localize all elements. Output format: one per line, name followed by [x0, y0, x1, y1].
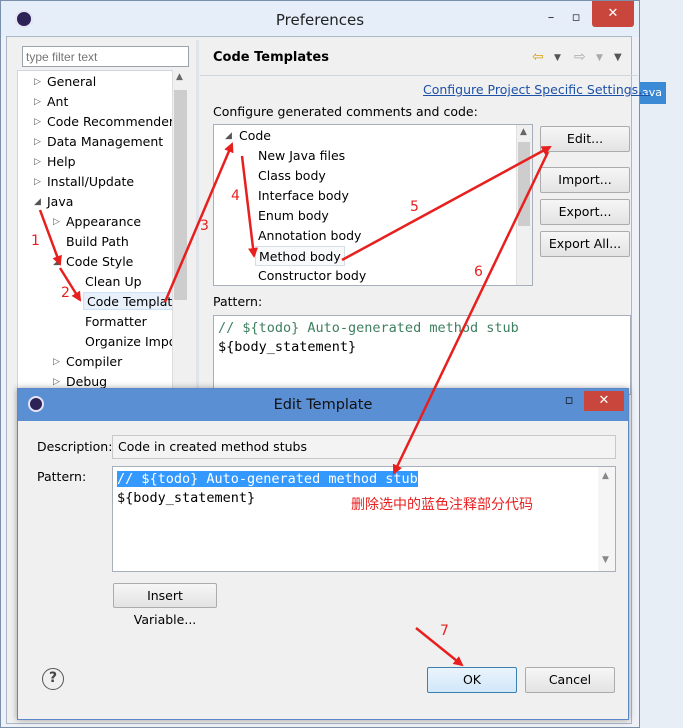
code-tree-scroll-thumb[interactable]	[518, 142, 530, 226]
code-tree-annotation-body[interactable]: Annotation body	[258, 226, 361, 246]
pattern-preview: // ${todo} Auto-generated method stub ${…	[213, 315, 631, 395]
tree-item-compiler[interactable]: Compiler	[66, 353, 122, 371]
divider	[200, 75, 638, 76]
pattern-selected-comment[interactable]: // ${todo} Auto-generated method stub	[117, 471, 418, 487]
edit-button[interactable]: Edit...	[540, 126, 630, 152]
export-button[interactable]: Export...	[540, 199, 630, 225]
tree-collapse-icon[interactable]: ◢	[225, 127, 232, 145]
tree-item-appearance[interactable]: Appearance	[66, 213, 141, 231]
page-title: Code Templates	[213, 50, 329, 65]
tree-item-code-style[interactable]: Code Style	[66, 253, 133, 271]
tree-item-code-recommenders[interactable]: Code Recommenders	[47, 113, 181, 131]
step-label-4: 4	[231, 188, 240, 204]
code-tree-enum-body[interactable]: Enum body	[258, 206, 329, 226]
pattern-scrollbar[interactable]: ▲ ▼	[598, 467, 615, 571]
tree-expand-icon[interactable]: ▷	[34, 93, 41, 111]
close-button[interactable]: ✕	[592, 1, 634, 27]
tree-item-build-path[interactable]: Build Path	[66, 233, 129, 251]
code-tree-class-body[interactable]: Class body	[258, 166, 326, 186]
step-label-6: 6	[474, 264, 483, 280]
edit-template-title: Edit Template	[273, 397, 373, 413]
filter-input[interactable]	[22, 46, 189, 67]
preferences-title-bar: Preferences – ▫ ✕	[1, 1, 639, 37]
tree-collapse-icon[interactable]: ◢	[34, 193, 41, 211]
tree-item-ant[interactable]: Ant	[47, 93, 68, 111]
pattern-editor[interactable]: // ${todo} Auto-generated method stub ${…	[112, 466, 616, 572]
tree-expand-icon[interactable]: ▷	[53, 353, 60, 371]
configure-description: Configure generated comments and code:	[213, 104, 478, 119]
step-label-5: 5	[410, 199, 419, 215]
help-icon[interactable]: ?	[42, 668, 64, 690]
back-menu-icon[interactable]: ▼	[554, 53, 561, 63]
preferences-tree: ▷ General ▷ Ant ▷ Code Recommenders ▷ Da…	[17, 70, 189, 392]
code-tree-code[interactable]: Code	[239, 126, 271, 146]
scroll-up-icon[interactable]: ▲	[176, 72, 183, 82]
code-tree-method-body[interactable]: Method body	[255, 246, 345, 266]
tree-item-java[interactable]: Java	[47, 193, 73, 211]
edit-template-title-bar: Edit Template ▫ ✕	[18, 389, 628, 421]
import-button[interactable]: Import...	[540, 167, 630, 193]
pattern-label: Pattern:	[37, 469, 87, 484]
forward-arrow-icon[interactable]: ⇨	[574, 49, 586, 65]
dialog-maximize-button[interactable]: ▫	[558, 391, 580, 411]
tree-expand-icon[interactable]: ▷	[34, 153, 41, 171]
tree-expand-icon[interactable]: ▷	[53, 213, 60, 231]
tree-item-data-management[interactable]: Data Management	[47, 133, 163, 151]
tree-collapse-icon[interactable]: ◢	[53, 253, 60, 271]
annotation-note: 删除选中的蓝色注释部分代码	[351, 497, 533, 513]
tree-expand-icon[interactable]: ▷	[34, 133, 41, 151]
tree-item-install-update[interactable]: Install/Update	[47, 173, 134, 191]
panel-divider[interactable]	[196, 40, 199, 390]
dialog-close-button[interactable]: ✕	[584, 391, 624, 411]
tree-item-clean-up[interactable]: Clean Up	[85, 273, 142, 291]
forward-menu-icon[interactable]: ▼	[596, 53, 603, 63]
scroll-up-icon[interactable]: ▲	[520, 127, 527, 137]
step-label-1: 1	[31, 233, 40, 249]
description-field[interactable]: Code in created method stubs	[112, 435, 616, 459]
configure-project-settings-link[interactable]: Configure Project Specific Settings...	[423, 82, 650, 97]
scroll-down-icon[interactable]: ▼	[602, 555, 609, 565]
code-tree-constructor-body[interactable]: Constructor body	[258, 266, 366, 285]
scroll-up-icon[interactable]: ▲	[602, 471, 609, 481]
minimize-button[interactable]: –	[541, 7, 561, 29]
ok-button[interactable]: OK	[427, 667, 517, 693]
tree-expand-icon[interactable]: ▷	[34, 173, 41, 191]
insert-variable-button[interactable]: Insert Variable...	[113, 583, 217, 627]
pattern-comment-line: // ${todo} Auto-generated method stub	[218, 320, 519, 336]
background-window-strip	[640, 0, 683, 728]
step-label-3: 3	[200, 218, 209, 234]
tree-item-help[interactable]: Help	[47, 153, 76, 171]
description-label: Description:	[37, 439, 113, 454]
tree-item-general[interactable]: General	[47, 73, 96, 91]
pattern-body-line: ${body_statement}	[218, 339, 357, 355]
tree-expand-icon[interactable]: ▷	[34, 113, 41, 131]
code-tree-new-java-files[interactable]: New Java files	[258, 146, 345, 166]
maximize-button[interactable]: ▫	[566, 7, 586, 29]
code-templates-tree: ◢ Code New Java files Class body Interfa…	[213, 124, 533, 286]
code-tree-interface-body[interactable]: Interface body	[258, 186, 349, 206]
tree-expand-icon[interactable]: ▷	[34, 73, 41, 91]
step-label-7: 7	[440, 623, 449, 639]
step-label-2: 2	[61, 285, 70, 301]
back-arrow-icon[interactable]: ⇦	[532, 49, 544, 65]
export-all-button[interactable]: Export All...	[540, 231, 630, 257]
pattern-label: Pattern:	[213, 294, 263, 309]
tree-scroll-thumb[interactable]	[174, 90, 187, 300]
cancel-button[interactable]: Cancel	[525, 667, 615, 693]
view-menu-icon[interactable]: ▼	[614, 52, 622, 63]
tree-item-formatter[interactable]: Formatter	[85, 313, 147, 331]
